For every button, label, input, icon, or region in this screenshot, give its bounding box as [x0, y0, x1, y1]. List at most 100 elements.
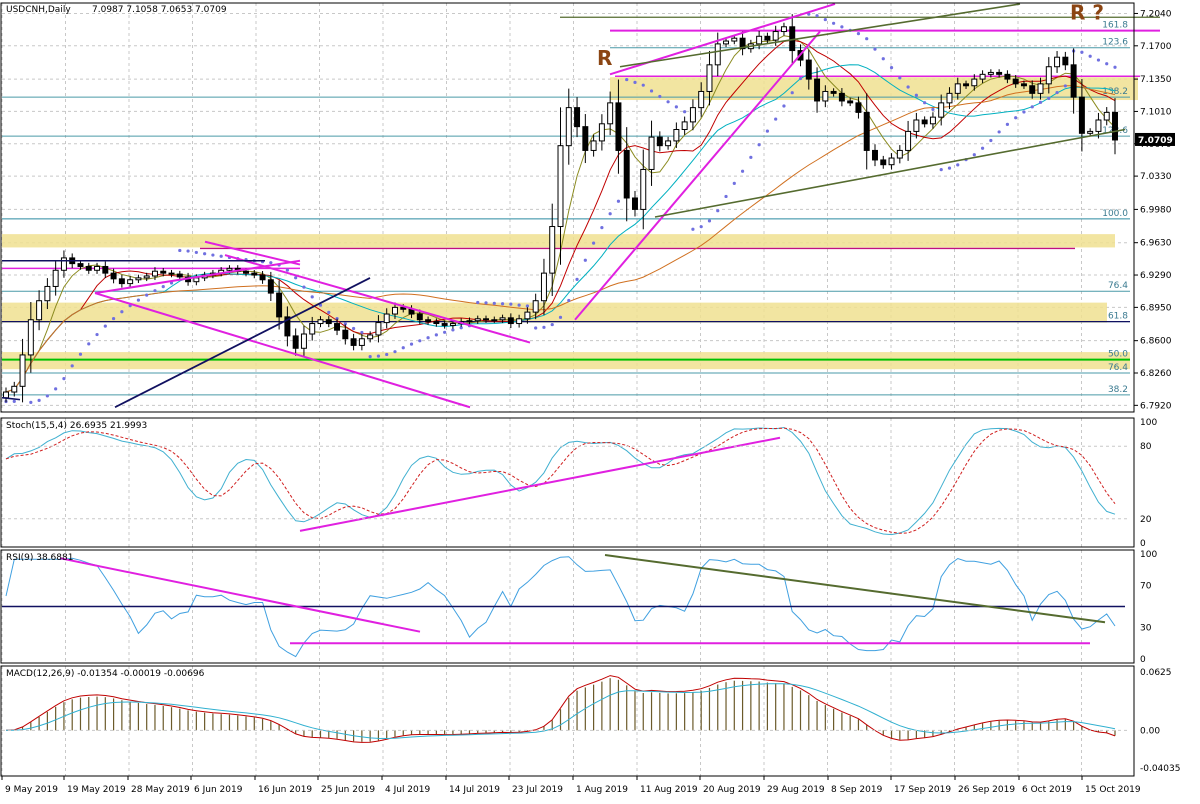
zone-box: [610, 77, 1138, 101]
price-tick-label: 7.1010: [1140, 107, 1172, 117]
candle-body: [226, 267, 233, 271]
candle-body: [847, 100, 854, 104]
psar-dot: [707, 219, 712, 223]
psar-dot: [37, 398, 41, 402]
candle-body: [267, 279, 274, 294]
candle-body: [60, 257, 67, 271]
candle-body: [342, 329, 349, 340]
psar-dot: [616, 199, 621, 203]
stoch-tick-label: 100: [1140, 418, 1157, 428]
psar-dot: [1105, 62, 1109, 66]
candle-body: [491, 319, 498, 322]
psar-dot: [765, 129, 770, 133]
candle-body: [1029, 85, 1036, 94]
x-axis-label: 11 Aug 2019: [640, 785, 698, 795]
candle-body: [963, 83, 970, 87]
candle-body: [648, 136, 655, 170]
candle-body: [367, 334, 374, 340]
candle-body: [954, 83, 961, 94]
candle-body: [1062, 56, 1069, 66]
candle-body: [433, 321, 440, 325]
psar-dot: [782, 104, 786, 108]
price-tick-label: 6.8600: [1140, 337, 1172, 347]
candle-body: [441, 323, 448, 326]
candle-body: [780, 26, 787, 33]
candle-body: [1095, 119, 1102, 132]
candle-body: [921, 119, 928, 125]
psar-dot: [29, 400, 33, 404]
psar-dot: [575, 277, 579, 281]
psar-dot: [426, 336, 430, 340]
candle-body: [1103, 111, 1110, 121]
candle-body: [830, 90, 837, 94]
x-axis-label: 20 Aug 2019: [703, 785, 761, 795]
fib-label: 61.8: [1108, 312, 1128, 322]
candle-body: [27, 319, 34, 356]
candle-body: [425, 319, 432, 323]
x-axis-label: 4 Jul 2019: [385, 785, 430, 795]
candle-body: [673, 129, 680, 142]
psar-dot: [592, 241, 596, 245]
psar-dot: [1088, 54, 1092, 58]
candle-body: [375, 322, 382, 336]
price-tick-label: 6.9290: [1140, 271, 1172, 281]
price-tick-label: 6.9980: [1140, 205, 1172, 215]
psar-dot: [385, 352, 389, 357]
candle-body: [689, 107, 696, 123]
psar-dot: [62, 377, 66, 381]
chart-canvas[interactable]: 161.8123.6138.2123.6100.076.461.850.076.…: [0, 0, 1200, 800]
candle-body: [723, 40, 730, 45]
psar-dot: [1080, 50, 1084, 54]
psar-dot: [111, 316, 116, 321]
candle-body: [276, 292, 283, 318]
psar-dot: [906, 85, 910, 89]
candle-body: [1045, 66, 1052, 85]
stoch-tick-label: 80: [1140, 442, 1152, 452]
psar-dot: [757, 143, 761, 147]
psar-dot: [78, 352, 83, 356]
candle-body: [896, 149, 903, 159]
current-price-label: 7.0709: [1138, 136, 1173, 146]
candle-body: [325, 319, 332, 325]
psar-dot: [500, 302, 505, 306]
candle-body: [466, 320, 473, 323]
psar-dot: [898, 76, 902, 80]
candle-body: [1012, 78, 1019, 85]
psar-dot: [327, 310, 331, 314]
psar-dot: [1030, 105, 1034, 109]
price-tick-label: 7.1700: [1140, 42, 1172, 52]
psar-dot: [823, 17, 827, 22]
candle-body: [1004, 73, 1011, 80]
rsi-tick-label: 100: [1140, 550, 1157, 560]
candle-body: [499, 317, 506, 321]
candle-body: [391, 306, 398, 315]
candle-body: [574, 107, 581, 128]
psar-dot: [186, 249, 190, 253]
price-tick-label: 7.0330: [1140, 172, 1172, 182]
candle-body: [292, 335, 299, 349]
psar-dot: [401, 346, 405, 350]
psar-dot: [1063, 84, 1067, 88]
candle-body: [615, 102, 622, 151]
candle-body: [590, 140, 597, 151]
candle-body: [94, 265, 101, 271]
candle-body: [127, 279, 134, 285]
psar-dot: [724, 194, 728, 199]
candle-body: [731, 37, 738, 42]
x-axis-label: 16 Jun 2019: [258, 785, 312, 795]
psar-dot: [1096, 58, 1101, 62]
candle-body: [971, 78, 978, 87]
psar-dot: [418, 339, 422, 343]
psar-dot: [840, 25, 844, 29]
candle-body: [698, 90, 705, 109]
psar-dot: [649, 89, 654, 93]
candle-body: [151, 270, 158, 277]
fib-label: 76.4: [1108, 281, 1128, 291]
candle-body: [474, 318, 481, 322]
psar-dot: [70, 364, 74, 368]
candle-body: [756, 35, 763, 45]
zone-box: [2, 302, 1107, 323]
candle-body: [838, 92, 845, 102]
candle-body: [507, 317, 514, 325]
candle-body: [706, 64, 713, 92]
